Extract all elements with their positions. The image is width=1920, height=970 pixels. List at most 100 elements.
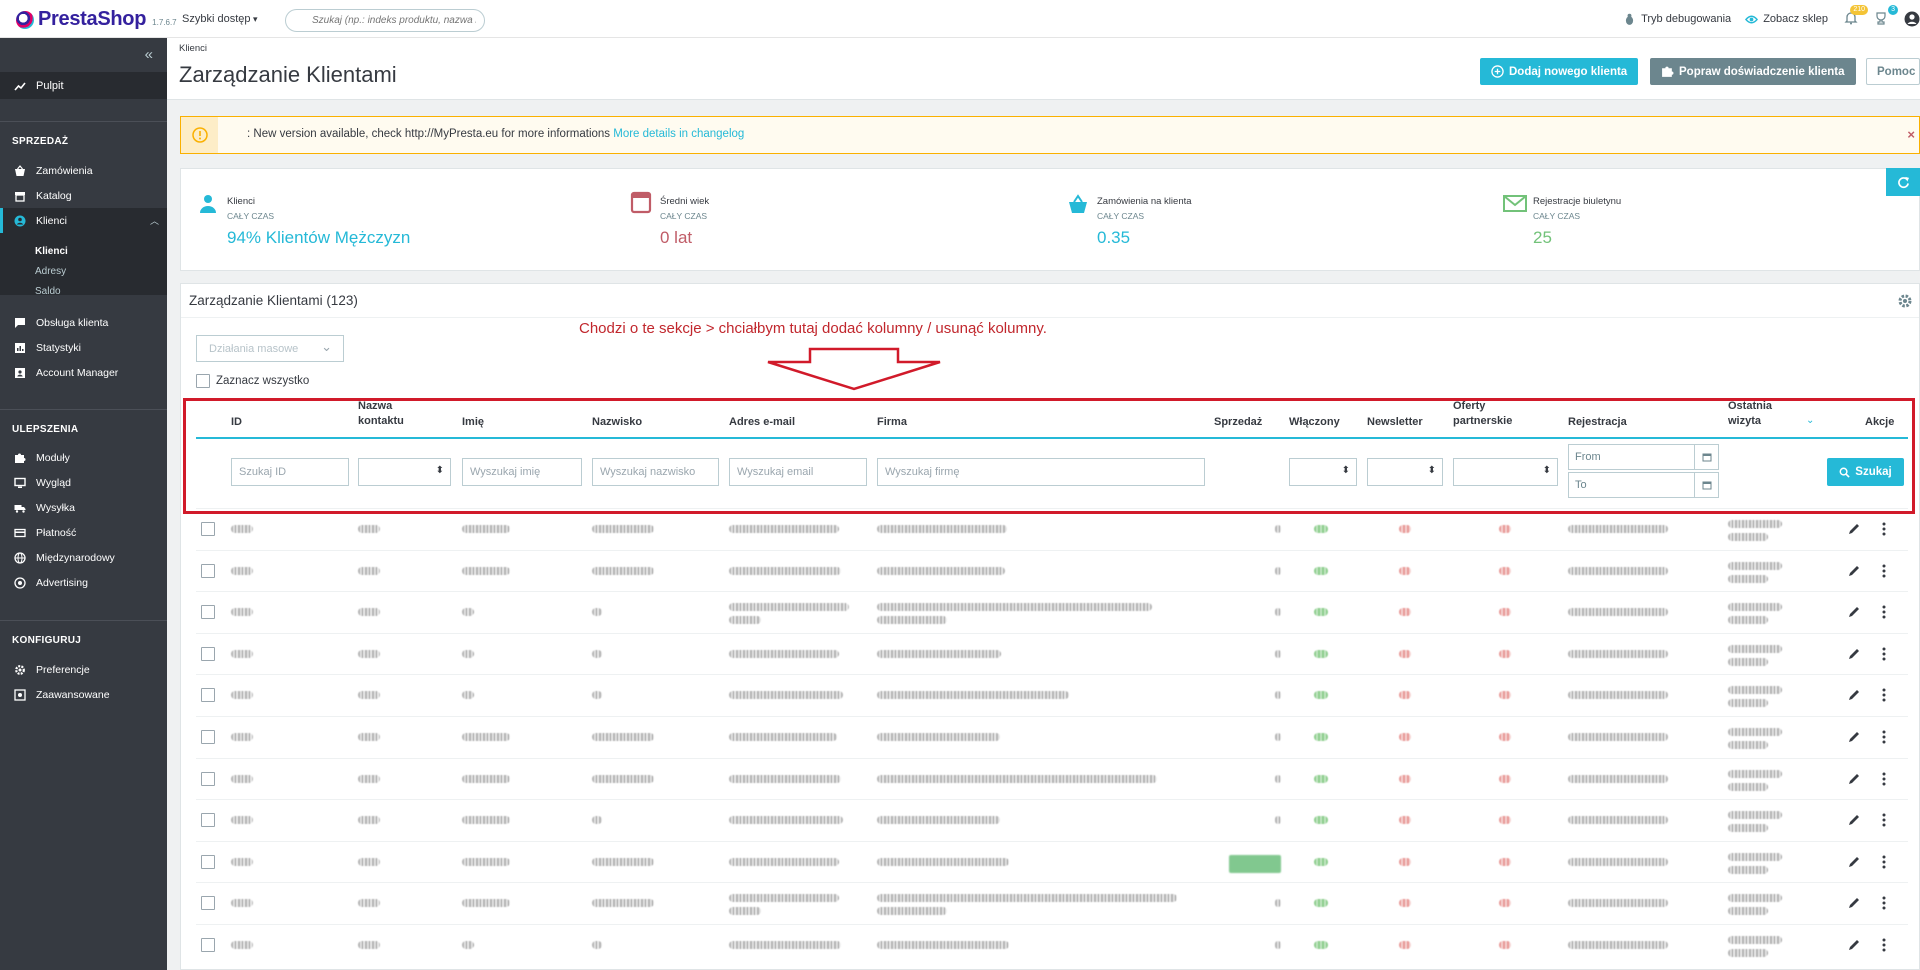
newsletter-status[interactable] [1399, 774, 1411, 783]
more-vertical-icon[interactable] [1881, 729, 1887, 745]
more-vertical-icon[interactable] [1881, 646, 1887, 662]
sidebar-item-customers[interactable]: Klienci ︿ [0, 208, 167, 233]
top-search-input[interactable] [285, 9, 485, 32]
more-vertical-icon[interactable] [1881, 563, 1887, 579]
quick-access-dropdown[interactable]: Szybki dostęp [182, 13, 258, 25]
pencil-icon[interactable] [1847, 855, 1861, 869]
column-header-registration[interactable]: Rejestracja [1568, 415, 1627, 430]
filter-enabled-select[interactable] [1289, 458, 1357, 486]
enabled-status[interactable] [1314, 566, 1328, 575]
table-row[interactable] [196, 549, 1908, 592]
select-all-checkbox[interactable]: Zaznacz wszystko [196, 374, 309, 388]
pencil-icon[interactable] [1847, 772, 1861, 786]
debug-mode-link[interactable]: Tryb debugowania [1623, 13, 1731, 26]
search-button[interactable]: Szukaj [1827, 458, 1904, 486]
newsletter-status[interactable] [1399, 566, 1411, 575]
pencil-icon[interactable] [1847, 730, 1861, 744]
calendar-icon[interactable] [1694, 473, 1718, 497]
sidebar-item-catalog[interactable]: Katalog [0, 183, 167, 208]
sidebar-item-design[interactable]: Wygląd [0, 470, 167, 495]
collapse-sidebar-icon[interactable]: « [145, 46, 153, 63]
row-checkbox[interactable] [201, 563, 215, 578]
view-shop-link[interactable]: Zobacz sklep [1745, 13, 1828, 26]
partner-status[interactable] [1499, 899, 1511, 908]
more-vertical-icon[interactable] [1881, 854, 1887, 870]
table-row[interactable] [196, 716, 1908, 758]
column-header-sales[interactable]: Sprzedaż [1214, 415, 1262, 430]
column-header-newsletter[interactable]: Newsletter [1367, 415, 1423, 430]
add-customer-button[interactable]: Dodaj nowego klienta [1480, 58, 1639, 85]
sort-desc-icon[interactable]: ⌄ [1806, 415, 1814, 426]
partner-status[interactable] [1499, 566, 1511, 575]
table-row[interactable] [196, 840, 1908, 883]
breadcrumb[interactable]: Klienci [179, 43, 207, 54]
logo[interactable]: PrestaShop 1.7.6.7 [16, 8, 177, 31]
partner-status[interactable] [1499, 608, 1511, 617]
more-vertical-icon[interactable] [1881, 937, 1887, 953]
more-vertical-icon[interactable] [1881, 521, 1887, 537]
sidebar-subitem-balance[interactable]: Saldo [35, 286, 61, 297]
enabled-status[interactable] [1314, 608, 1328, 617]
column-header-company[interactable]: Firma [877, 415, 907, 430]
gear-icon[interactable] [1897, 293, 1913, 309]
column-header-lastname[interactable]: Nazwisko [592, 415, 642, 430]
filter-contact-select[interactable] [358, 458, 451, 486]
sidebar-item-shipping[interactable]: Wysyłka [0, 495, 167, 520]
improve-experience-button[interactable]: Popraw doświadczenie klienta [1650, 58, 1856, 85]
filter-id-input[interactable] [231, 458, 349, 486]
sidebar-item-advertising[interactable]: Advertising [0, 570, 167, 595]
help-button[interactable]: Pomoc [1866, 58, 1920, 85]
table-row[interactable] [196, 508, 1908, 550]
sidebar-item-dashboard[interactable]: Pulpit [0, 72, 167, 99]
filter-firstname-input[interactable] [462, 458, 582, 486]
more-vertical-icon[interactable] [1881, 812, 1887, 828]
column-header-id[interactable]: ID [231, 415, 242, 430]
sidebar-item-advanced[interactable]: Zaawansowane [0, 682, 167, 707]
partner-status[interactable] [1499, 941, 1511, 949]
table-row[interactable] [196, 674, 1908, 716]
sidebar-item-international[interactable]: Międzynarodowy [0, 545, 167, 570]
newsletter-status[interactable] [1399, 608, 1411, 617]
orders-notifications-button[interactable]: 3 [1874, 5, 1898, 27]
column-header-enabled[interactable]: Włączony [1289, 415, 1340, 430]
partner-status[interactable] [1499, 816, 1511, 825]
table-row[interactable] [196, 757, 1908, 800]
column-header-contact-name[interactable]: Nazwa kontaktu [358, 399, 404, 429]
enabled-status[interactable] [1314, 525, 1328, 533]
more-vertical-icon[interactable] [1881, 687, 1887, 703]
partner-status[interactable] [1499, 857, 1511, 866]
row-checkbox[interactable] [201, 854, 215, 869]
enabled-status[interactable] [1314, 649, 1328, 658]
enabled-status[interactable] [1314, 691, 1328, 700]
filter-company-input[interactable] [877, 458, 1205, 486]
sidebar-item-payment[interactable]: Płatność [0, 520, 167, 545]
filter-newsletter-select[interactable] [1367, 458, 1443, 486]
table-row[interactable] [196, 632, 1908, 675]
partner-status[interactable] [1499, 774, 1511, 783]
partner-status[interactable] [1499, 733, 1511, 741]
more-vertical-icon[interactable] [1881, 771, 1887, 787]
filter-email-input[interactable] [729, 458, 867, 486]
row-checkbox[interactable] [201, 646, 215, 661]
partner-status[interactable] [1499, 691, 1511, 700]
filter-lastname-input[interactable] [592, 458, 719, 486]
pencil-icon[interactable] [1847, 688, 1861, 702]
changelog-link[interactable]: More details in changelog [613, 128, 744, 140]
filter-date-to[interactable]: To [1568, 472, 1719, 498]
more-vertical-icon[interactable] [1881, 604, 1887, 620]
user-avatar-icon[interactable] [1904, 11, 1920, 27]
enabled-status[interactable] [1314, 941, 1328, 949]
table-row[interactable] [196, 924, 1908, 966]
row-checkbox[interactable] [201, 771, 215, 786]
row-checkbox[interactable] [201, 896, 215, 911]
pencil-icon[interactable] [1847, 647, 1861, 661]
newsletter-status[interactable] [1399, 691, 1411, 700]
pencil-icon[interactable] [1847, 938, 1861, 952]
sidebar-subitem-addresses[interactable]: Adresy [35, 266, 66, 277]
row-checkbox[interactable] [201, 813, 215, 828]
pencil-icon[interactable] [1847, 564, 1861, 578]
column-header-partner-offers[interactable]: Oferty partnerskie [1453, 399, 1512, 429]
column-header-firstname[interactable]: Imię [462, 415, 484, 430]
newsletter-status[interactable] [1399, 899, 1411, 908]
newsletter-status[interactable] [1399, 941, 1411, 949]
